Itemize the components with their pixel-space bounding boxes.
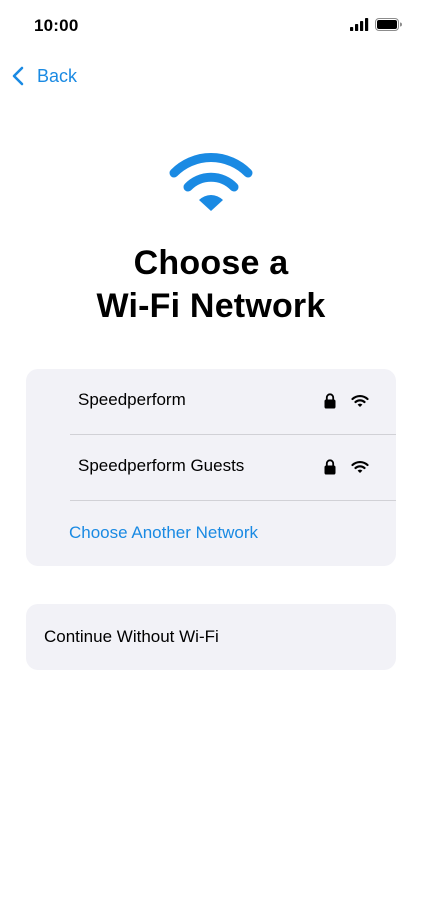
- wifi-signal-icon: [351, 394, 369, 408]
- network-name: Speedperform: [78, 390, 186, 409]
- network-row[interactable]: Speedperform: [70, 369, 396, 435]
- page-title-line-1: Choose a: [133, 244, 289, 282]
- chevron-left-icon: [8, 64, 30, 88]
- back-label: Back: [37, 65, 78, 86]
- back-button[interactable]: Back: [8, 62, 77, 90]
- continue-without-wifi-button[interactable]: Continue Without Wi-Fi: [26, 604, 396, 670]
- battery-icon: [375, 18, 402, 36]
- status-bar: 10:00: [0, 0, 422, 52]
- network-list: Speedperform Speedperform Guests Choose …: [26, 369, 396, 566]
- choose-another-network-link[interactable]: Choose Another Network: [69, 523, 258, 543]
- wifi-icon: [169, 151, 253, 213]
- page-title-line-2: Wi-Fi Network: [96, 287, 326, 325]
- lock-icon: [324, 459, 336, 475]
- cellular-signal-icon: [350, 18, 369, 36]
- network-row[interactable]: Speedperform Guests: [70, 435, 396, 501]
- status-icons: [350, 18, 402, 36]
- lock-icon: [324, 393, 336, 409]
- wifi-signal-icon: [351, 460, 369, 474]
- status-time: 10:00: [34, 16, 79, 35]
- continue-without-wifi-label: Continue Without Wi-Fi: [44, 627, 219, 646]
- page-title: Choose a Wi-Fi Network: [0, 242, 422, 328]
- row-divider: [70, 500, 396, 501]
- network-name: Speedperform Guests: [78, 456, 245, 475]
